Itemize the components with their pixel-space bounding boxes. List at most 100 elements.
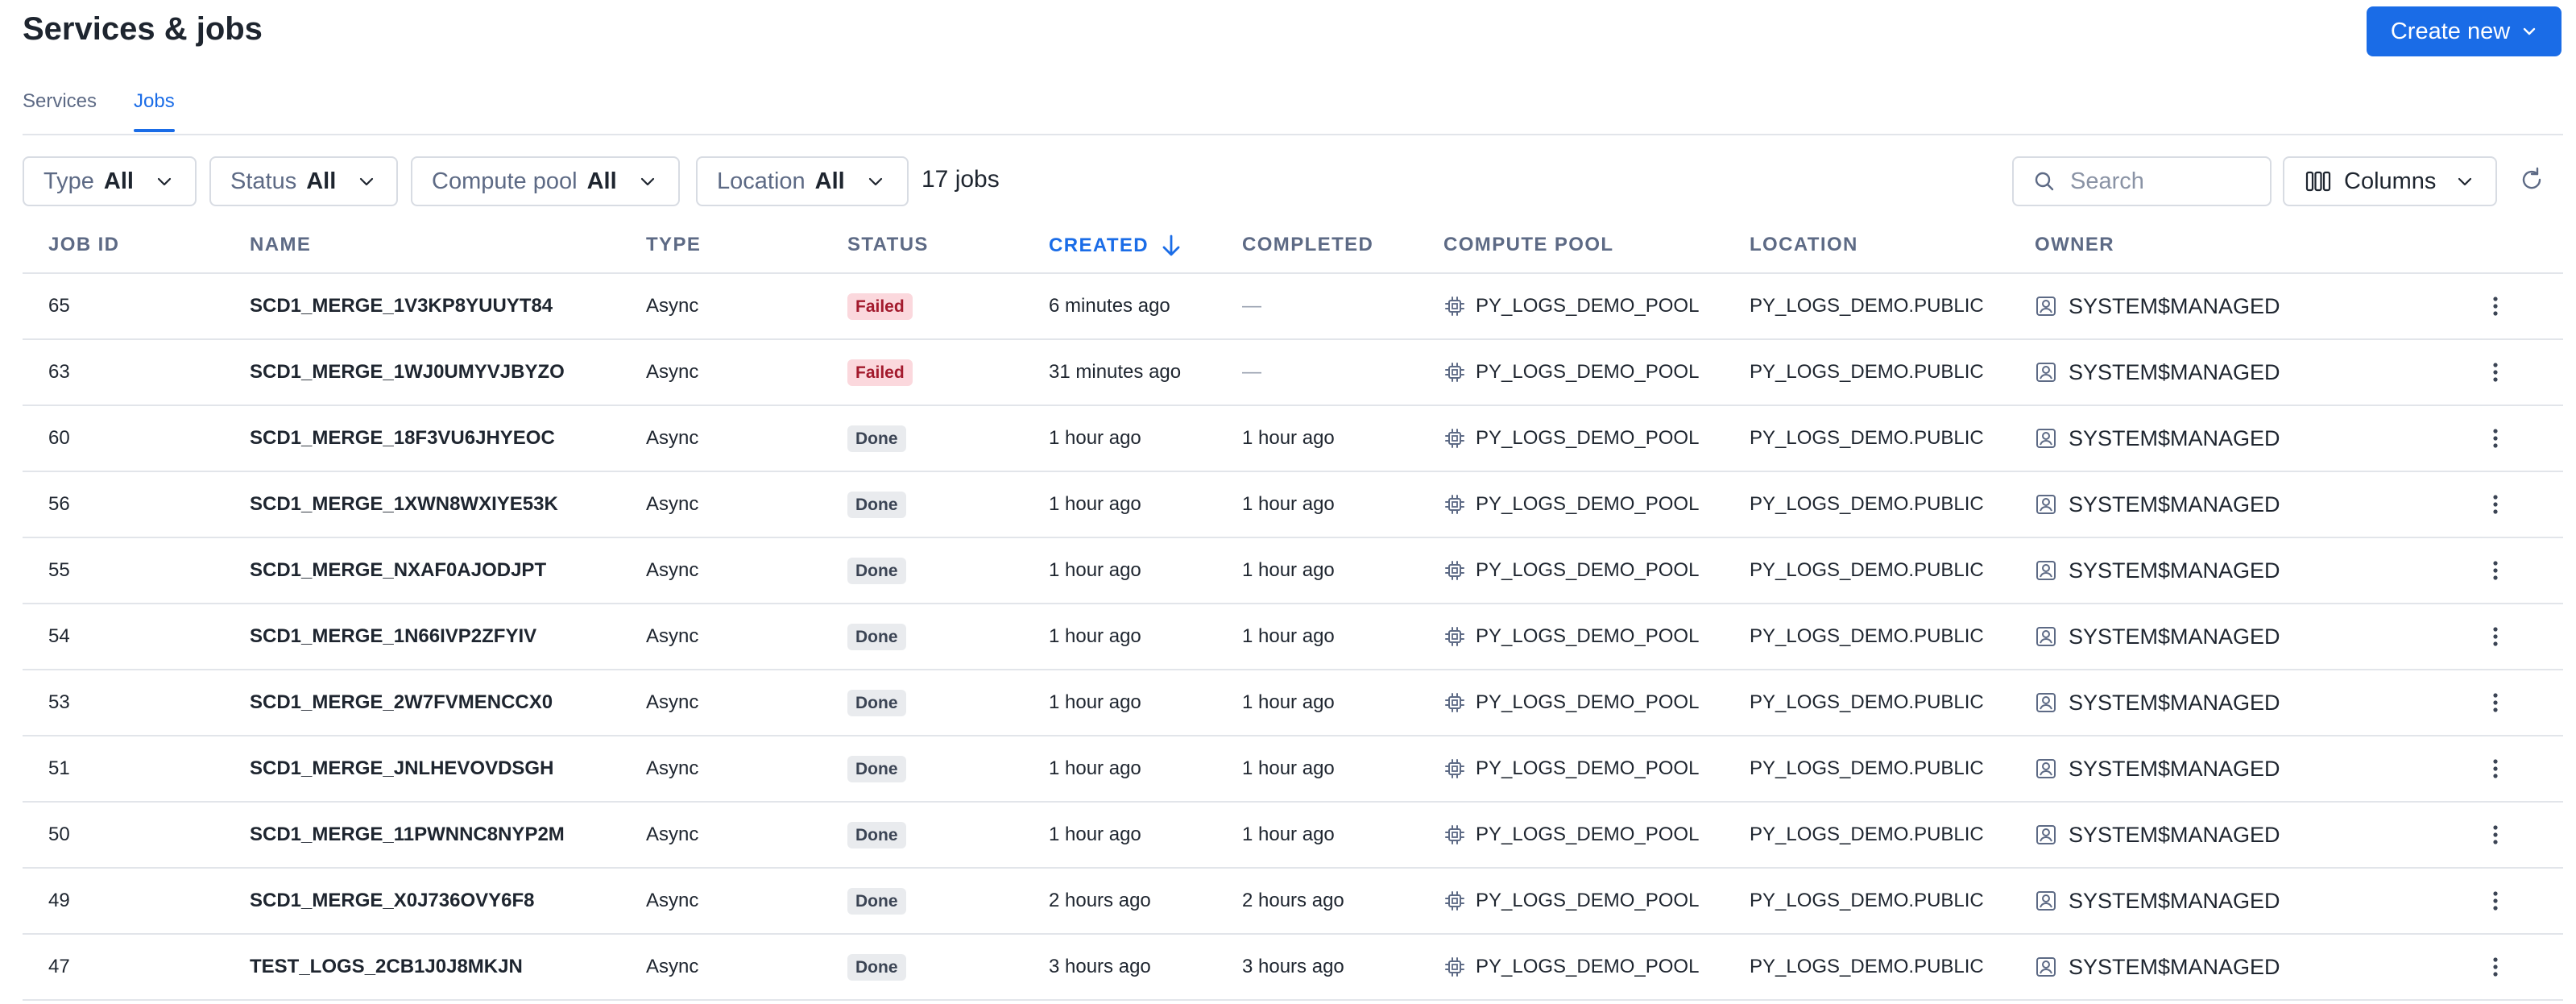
compute-pool-cell[interactable]: PY_LOGS_DEMO_POOL xyxy=(1443,869,1699,933)
created-time: 3 hours ago xyxy=(1049,956,1151,977)
owner-cell: SYSTEM$MANAGED xyxy=(2035,472,2280,537)
filter-compute-pool[interactable]: Compute pool All xyxy=(411,156,680,206)
column-header-status[interactable]: STATUS xyxy=(847,234,929,256)
more-vertical-icon xyxy=(2493,957,2498,977)
compute-pool-cell[interactable]: PY_LOGS_DEMO_POOL xyxy=(1443,340,1699,405)
columns-button[interactable]: Columns xyxy=(2283,156,2497,206)
column-header-completed[interactable]: COMPLETED xyxy=(1242,234,1373,256)
status-badge: Done xyxy=(847,689,906,716)
filter-label: Compute pool xyxy=(432,168,578,194)
job-name[interactable]: SCD1_MERGE_1XWN8WXIYE53K xyxy=(250,472,558,537)
job-name[interactable]: SCD1_MERGE_1V3KP8YUUYT84 xyxy=(250,274,553,338)
job-type: Async xyxy=(646,691,699,713)
row-menu-button[interactable] xyxy=(2492,340,2499,405)
owner-name: SYSTEM$MANAGED xyxy=(2069,888,2280,913)
more-vertical-icon xyxy=(2493,297,2498,316)
compute-pool-cell[interactable]: PY_LOGS_DEMO_POOL xyxy=(1443,670,1699,735)
row-menu-button[interactable] xyxy=(2492,538,2499,603)
job-name[interactable]: TEST_LOGS_2CB1J0J8MKJN xyxy=(250,935,523,999)
column-header-location[interactable]: LOCATION xyxy=(1750,234,1858,256)
completed-time: — xyxy=(1242,295,1261,317)
owner-cell: SYSTEM$MANAGED xyxy=(2035,670,2280,735)
completed-time: 1 hour ago xyxy=(1242,493,1335,515)
chevron-down-icon xyxy=(2458,177,2472,186)
status-cell: Done xyxy=(847,736,906,801)
job-id: 65 xyxy=(48,295,70,317)
job-name[interactable]: SCD1_MERGE_X0J736OVY6F8 xyxy=(250,869,535,933)
row-menu-button[interactable] xyxy=(2492,935,2499,999)
columns-icon xyxy=(2305,171,2331,192)
row-menu-button[interactable] xyxy=(2492,406,2499,471)
job-name[interactable]: SCD1_MERGE_1N66IVP2ZFYIV xyxy=(250,604,536,669)
tabs-divider xyxy=(23,134,2563,135)
row-menu-button[interactable] xyxy=(2492,869,2499,933)
compute-pool-cell[interactable]: PY_LOGS_DEMO_POOL xyxy=(1443,274,1699,338)
compute-pool-cell[interactable]: PY_LOGS_DEMO_POOL xyxy=(1443,935,1699,999)
tab-jobs[interactable]: Jobs xyxy=(134,90,175,132)
job-type: Async xyxy=(646,625,699,647)
job-name[interactable]: SCD1_MERGE_NXAF0AJODJPT xyxy=(250,538,546,603)
owner-cell: SYSTEM$MANAGED xyxy=(2035,538,2280,603)
created-time: 1 hour ago xyxy=(1049,493,1141,515)
chip-icon xyxy=(1445,495,1464,514)
compute-pool-cell[interactable]: PY_LOGS_DEMO_POOL xyxy=(1443,803,1699,867)
column-header-created[interactable]: CREATED xyxy=(1049,234,1182,258)
table-row[interactable]: 49 SCD1_MERGE_X0J736OVY6F8 Async Done 2 … xyxy=(23,869,2563,935)
table-row[interactable]: 50 SCD1_MERGE_11PWNNC8NYP2M Async Done 1… xyxy=(23,803,2563,869)
create-new-button[interactable]: Create new xyxy=(2367,6,2562,56)
row-menu-button[interactable] xyxy=(2492,736,2499,801)
table-row[interactable]: 56 SCD1_MERGE_1XWN8WXIYE53K Async Done 1… xyxy=(23,472,2563,538)
job-name[interactable]: SCD1_MERGE_2W7FVMENCCX0 xyxy=(250,670,553,735)
row-menu-button[interactable] xyxy=(2492,803,2499,867)
status-cell: Done xyxy=(847,604,906,669)
table-row[interactable]: 63 SCD1_MERGE_1WJ0UMYVJBYZO Async Failed… xyxy=(23,340,2563,406)
job-name[interactable]: SCD1_MERGE_18F3VU6JHYEOC xyxy=(250,406,555,471)
column-header-compute-pool[interactable]: COMPUTE POOL xyxy=(1443,234,1613,256)
table-row[interactable]: 51 SCD1_MERGE_JNLHEVOVDSGH Async Done 1 … xyxy=(23,736,2563,803)
tab-services[interactable]: Services xyxy=(23,90,97,131)
column-header-name[interactable]: NAME xyxy=(250,234,311,256)
compute-pool-cell[interactable]: PY_LOGS_DEMO_POOL xyxy=(1443,736,1699,801)
owner-name: SYSTEM$MANAGED xyxy=(2069,954,2280,979)
job-name[interactable]: SCD1_MERGE_1WJ0UMYVJBYZO xyxy=(250,340,565,405)
table-row[interactable]: 65 SCD1_MERGE_1V3KP8YUUYT84 Async Failed… xyxy=(23,274,2563,340)
compute-pool-cell[interactable]: PY_LOGS_DEMO_POOL xyxy=(1443,604,1699,669)
table-row[interactable]: 54 SCD1_MERGE_1N66IVP2ZFYIV Async Done 1… xyxy=(23,604,2563,670)
row-menu-button[interactable] xyxy=(2492,274,2499,338)
page-title: Services & jobs xyxy=(23,11,263,47)
filter-status[interactable]: Status All xyxy=(209,156,398,206)
user-badge-icon xyxy=(2036,561,2056,580)
compute-pool-cell[interactable]: PY_LOGS_DEMO_POOL xyxy=(1443,538,1699,603)
column-header-owner[interactable]: OWNER xyxy=(2035,234,2114,256)
table-row[interactable]: 53 SCD1_MERGE_2W7FVMENCCX0 Async Done 1 … xyxy=(23,670,2563,736)
filter-value: All xyxy=(103,168,134,194)
job-type: Async xyxy=(646,427,699,449)
job-name[interactable]: SCD1_MERGE_11PWNNC8NYP2M xyxy=(250,803,565,867)
row-menu-button[interactable] xyxy=(2492,604,2499,669)
row-menu-button[interactable] xyxy=(2492,670,2499,735)
chip-icon xyxy=(1445,825,1464,844)
filter-type[interactable]: Type All xyxy=(23,156,197,206)
chevron-down-icon xyxy=(640,177,654,186)
row-menu-button[interactable] xyxy=(2492,472,2499,537)
status-cell: Done xyxy=(847,670,906,735)
column-header-type[interactable]: TYPE xyxy=(646,234,701,256)
column-header-job-id[interactable]: JOB ID xyxy=(48,234,119,256)
job-name[interactable]: SCD1_MERGE_JNLHEVOVDSGH xyxy=(250,736,553,801)
status-badge: Done xyxy=(847,953,906,981)
job-id: 60 xyxy=(48,427,70,449)
refresh-icon[interactable] xyxy=(2518,166,2545,193)
table-row[interactable]: 55 SCD1_MERGE_NXAF0AJODJPT Async Done 1 … xyxy=(23,538,2563,604)
compute-pool-cell[interactable]: PY_LOGS_DEMO_POOL xyxy=(1443,472,1699,537)
filter-label: Location xyxy=(717,168,806,194)
search-input[interactable]: Search xyxy=(2012,156,2272,206)
compute-pool-name: PY_LOGS_DEMO_POOL xyxy=(1476,956,1700,977)
compute-pool-cell[interactable]: PY_LOGS_DEMO_POOL xyxy=(1443,406,1699,471)
search-placeholder: Search xyxy=(2070,168,2144,194)
filter-location[interactable]: Location All xyxy=(696,156,909,206)
created-time: 2 hours ago xyxy=(1049,890,1151,911)
table-row[interactable]: 60 SCD1_MERGE_18F3VU6JHYEOC Async Done 1… xyxy=(23,406,2563,472)
table-row[interactable]: 47 TEST_LOGS_2CB1J0J8MKJN Async Done 3 h… xyxy=(23,935,2563,1001)
location: PY_LOGS_DEMO.PUBLIC xyxy=(1750,757,1984,779)
more-vertical-icon xyxy=(2493,891,2498,911)
